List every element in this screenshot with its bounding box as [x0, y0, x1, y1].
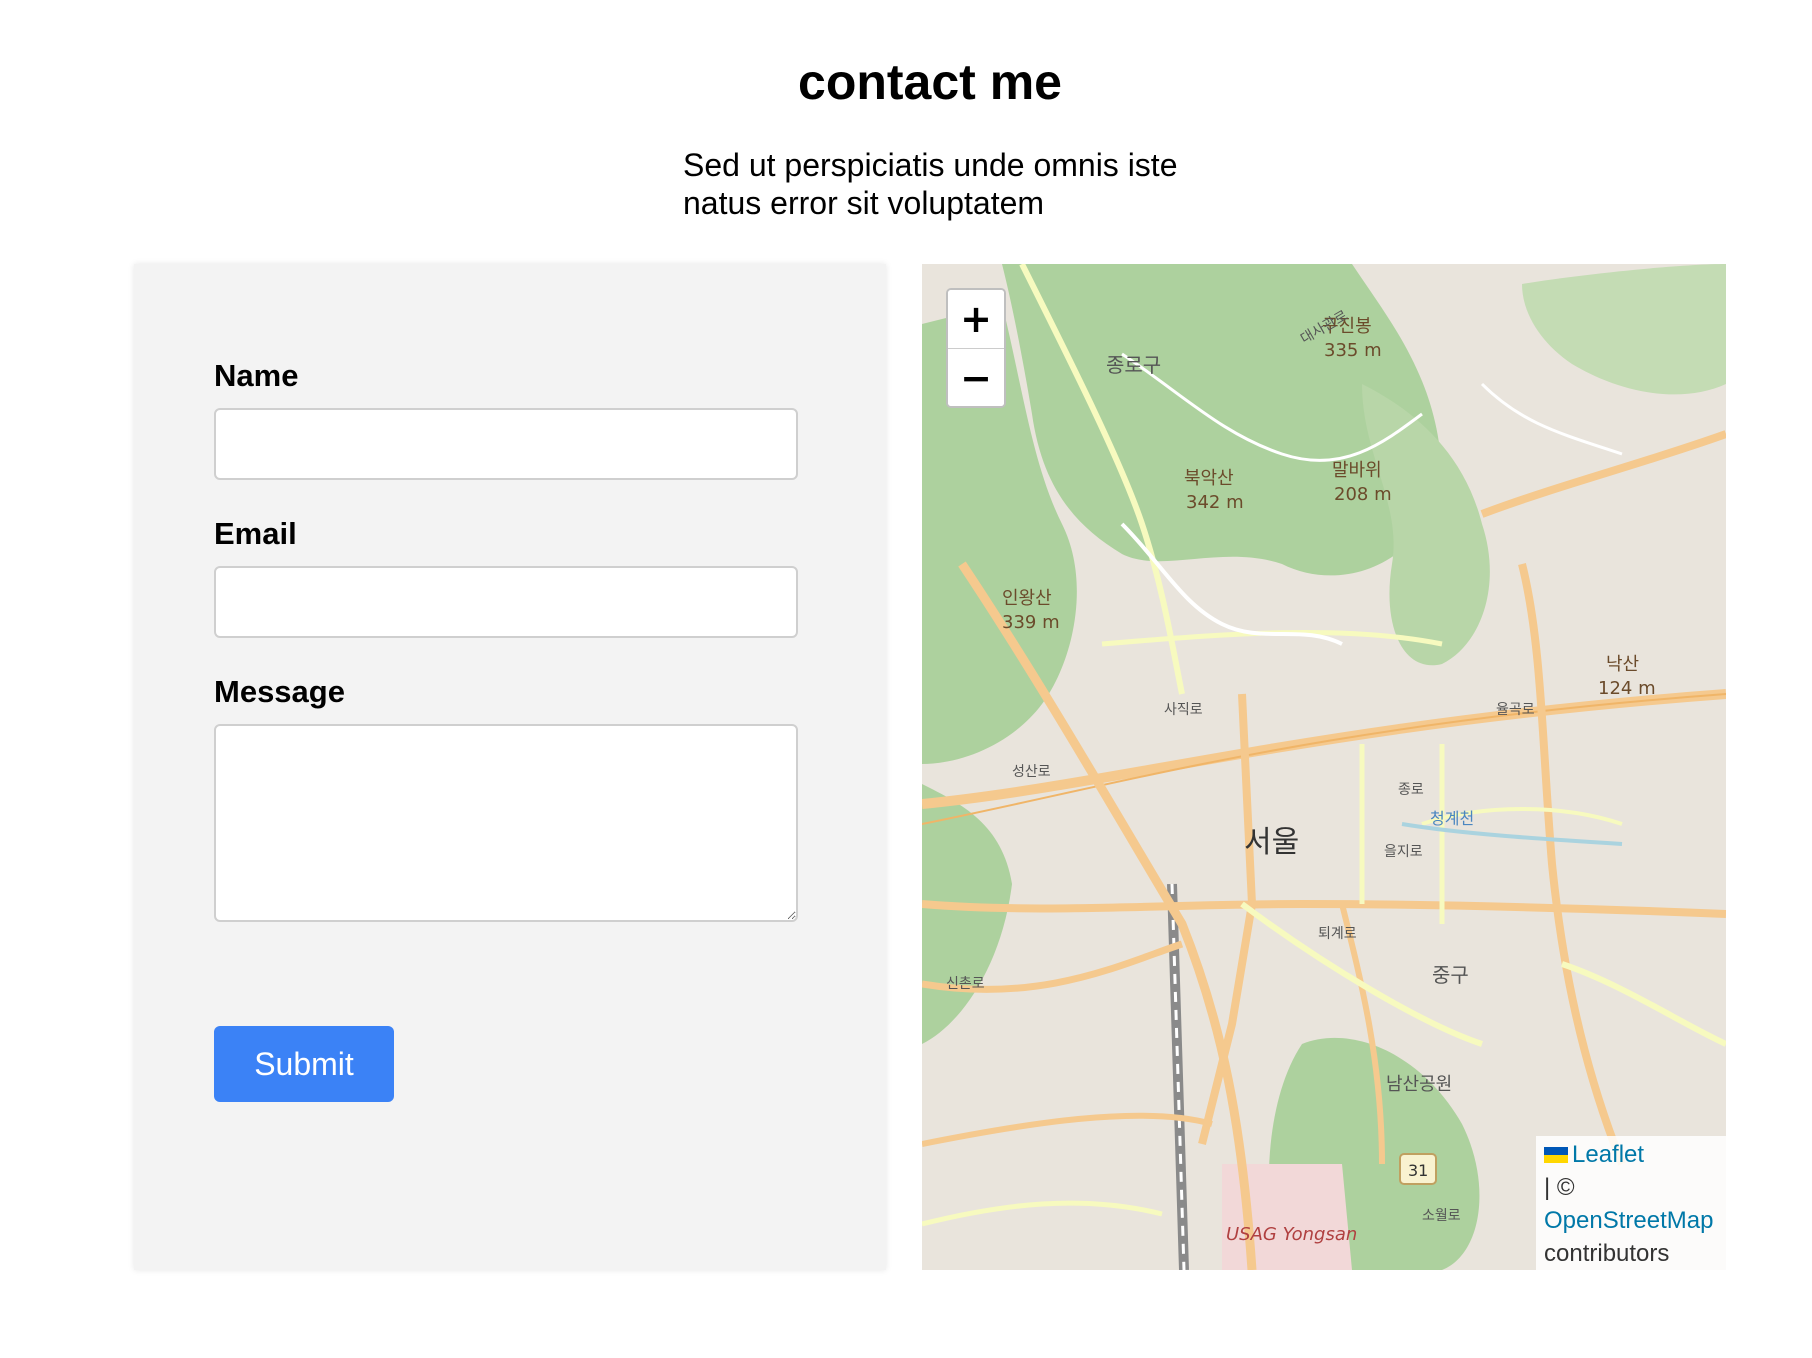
map-label-seoul: 서울: [1244, 825, 1299, 860]
map-attribution: Leaflet | © OpenStreetMap contributors: [1536, 1136, 1726, 1270]
map-tiles[interactable]: 구진봉 335 m 북악산 342 m 말바위 208 m 인왕산 339 m …: [922, 264, 1726, 1270]
map-label-yulgok-ro: 율곡로: [1496, 702, 1535, 718]
message-textarea[interactable]: [214, 724, 798, 922]
map-label-inwangsan: 인왕산: [1002, 588, 1052, 609]
page-subtitle: Sed ut perspiciatis unde omnis iste natu…: [683, 147, 1178, 221]
zoom-out-button[interactable]: −: [948, 349, 1004, 406]
map-label-jongno: 종로: [1398, 782, 1424, 798]
map-label-toegye-ro: 퇴계로: [1318, 926, 1357, 942]
name-input[interactable]: [214, 408, 798, 480]
page-title: contact me: [798, 54, 1062, 110]
map-label-inwangsan-elev: 339 m: [1002, 612, 1060, 633]
message-label: Message: [214, 674, 345, 709]
openstreetmap-link[interactable]: OpenStreetMap: [1544, 1207, 1713, 1234]
name-label: Name: [214, 358, 299, 393]
email-label: Email: [214, 516, 297, 551]
leaflet-link[interactable]: Leaflet: [1572, 1141, 1644, 1168]
map[interactable]: 구진봉 335 m 북악산 342 m 말바위 208 m 인왕산 339 m …: [922, 264, 1726, 1270]
contact-form-panel: Name Email Message Submit: [134, 264, 886, 1270]
map-label-seongsan-ro: 성산로: [1012, 764, 1051, 780]
zoom-in-button[interactable]: +: [948, 290, 1004, 349]
map-label-malbawi-elev: 208 m: [1334, 484, 1392, 505]
map-label-sowol-ro: 소월로: [1422, 1208, 1461, 1224]
map-label-sinchon-ro: 신촌로: [946, 976, 985, 992]
attribution-contributors: contributors: [1544, 1240, 1670, 1267]
attribution-separator: | ©: [1544, 1174, 1575, 1201]
map-label-euljiro: 을지로: [1384, 844, 1423, 860]
ukraine-flag-icon: [1544, 1147, 1568, 1163]
map-label-naksan-elev: 124 m: [1598, 678, 1656, 699]
map-label-jung-gu: 중구: [1432, 963, 1469, 987]
map-label-cheonggyecheon: 청계천: [1430, 809, 1474, 828]
map-label-namsan-park: 남산공원: [1386, 1074, 1452, 1095]
map-label-route-31: 31: [1408, 1161, 1428, 1180]
email-input[interactable]: [214, 566, 798, 638]
map-label-usag-yongsan: USAG Yongsan: [1226, 1224, 1357, 1245]
map-label-bugaksan: 북악산: [1184, 468, 1234, 489]
map-label-gujinbong-elev: 335 m: [1324, 340, 1382, 361]
map-label-jongno-gu: 종로구: [1106, 353, 1161, 377]
map-label-sajik-ro: 사직로: [1164, 702, 1203, 718]
submit-button[interactable]: Submit: [214, 1026, 394, 1102]
map-label-naksan: 낙산: [1606, 654, 1639, 675]
map-label-bugaksan-elev: 342 m: [1186, 492, 1244, 513]
zoom-control: + −: [946, 288, 1006, 408]
map-label-malbawi: 말바위: [1332, 460, 1382, 481]
